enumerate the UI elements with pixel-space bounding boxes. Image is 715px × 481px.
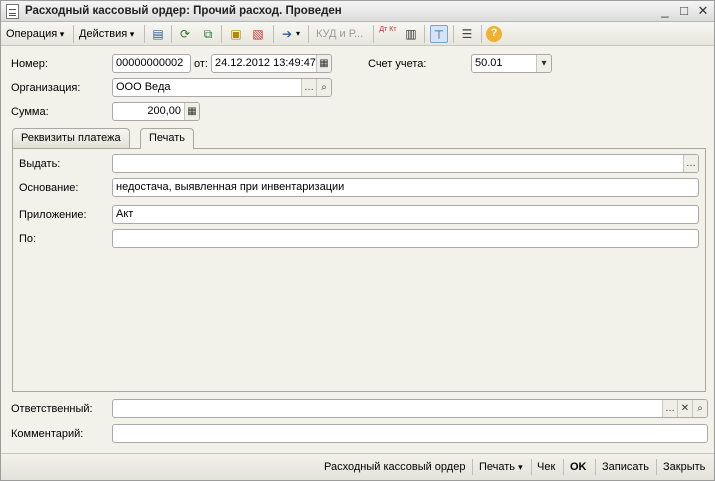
basis-label: Основание: — [19, 182, 79, 194]
print-label: Печать — [479, 461, 516, 473]
chevron-down-icon: ▾ — [518, 462, 523, 472]
dt-kt-icon[interactable]: Дт Кт — [379, 25, 397, 43]
post-document-icon[interactable]: ▣ — [227, 25, 245, 43]
print-form-button[interactable]: Расходный кассовый ордер — [324, 458, 465, 476]
organization-label: Организация: — [11, 82, 81, 94]
bottom-separator — [563, 459, 564, 475]
account-select[interactable]: 50.01 ▾ — [471, 54, 552, 73]
sum-field[interactable]: 200,00 ▦ — [112, 102, 200, 121]
help-icon[interactable]: ? — [486, 26, 502, 42]
organization-value: ООО Веда — [116, 81, 171, 93]
date-field[interactable]: 24.12.2012 13:49:47 ▦ — [211, 54, 332, 73]
responsible-field[interactable]: … ✕ ⌕ — [112, 399, 708, 418]
print-button[interactable]: Печать ▾ — [479, 458, 523, 476]
document-icon — [6, 4, 19, 19]
close-button[interactable]: Закрыть — [663, 458, 705, 476]
select-ellipsis-icon[interactable]: … — [662, 400, 677, 417]
title-bar: Расходный кассовый ордер: Прочий расход.… — [1, 1, 714, 22]
number-label: Номер: — [11, 58, 48, 70]
toolbar-separator — [481, 25, 482, 43]
maximize-button[interactable]: □ — [677, 4, 691, 18]
toolbar-separator — [221, 25, 222, 43]
toolbar-separator — [73, 25, 74, 43]
refresh-icon[interactable]: ⟳ — [176, 25, 194, 43]
issue-to-field[interactable]: … — [112, 154, 699, 173]
select-ellipsis-icon[interactable]: … — [301, 79, 316, 96]
structure-toggle-icon[interactable]: ⊤ — [430, 25, 448, 43]
based-on-dropdown-icon[interactable]: ▾ — [296, 25, 300, 43]
sum-value: 200,00 — [147, 105, 181, 117]
chevron-down-icon[interactable]: ▾ — [536, 55, 551, 72]
toolbar-separator — [373, 25, 374, 43]
minimize-button[interactable]: _ — [658, 4, 672, 18]
list-view-icon[interactable]: ☰ — [458, 25, 476, 43]
organization-field[interactable]: ООО Веда … ⌕ — [112, 78, 332, 97]
bottom-separator — [472, 459, 473, 475]
bottom-separator — [595, 459, 596, 475]
comment-label: Комментарий: — [11, 428, 84, 440]
operation-menu[interactable]: Операция — [6, 25, 64, 43]
copy-document-icon[interactable]: ⧉ — [199, 25, 217, 43]
receipt-button[interactable]: Чек — [537, 458, 555, 476]
select-ellipsis-icon[interactable]: … — [683, 155, 698, 172]
toolbar-separator — [308, 25, 309, 43]
by-field[interactable] — [112, 229, 699, 248]
tab-print[interactable]: Печать — [140, 128, 195, 149]
date-value: 24.12.2012 13:49:47 — [215, 57, 316, 69]
close-window-button[interactable]: ✕ — [696, 4, 710, 18]
sum-label: Сумма: — [11, 106, 49, 118]
toolbar-separator — [453, 25, 454, 43]
tab-payment-details[interactable]: Реквизиты платежа — [12, 128, 130, 148]
window-title: Расходный кассовый ордер: Прочий расход.… — [25, 5, 342, 17]
unpost-document-icon[interactable]: ▧ — [249, 25, 267, 43]
actions-menu[interactable]: Действия — [79, 25, 134, 43]
post-and-close-icon[interactable]: ▤ — [149, 25, 167, 43]
search-icon[interactable]: ⌕ — [316, 79, 331, 96]
calculator-icon[interactable]: ▦ — [184, 103, 199, 120]
bottom-separator — [531, 459, 532, 475]
toolbar-separator — [144, 25, 145, 43]
bottom-command-bar: Расходный кассовый ордер Печать ▾ Чек OK… — [1, 453, 714, 480]
search-icon[interactable]: ⌕ — [692, 400, 707, 417]
toolbar-separator — [171, 25, 172, 43]
document-window: Расходный кассовый ордер: Прочий расход.… — [0, 0, 715, 481]
toolbar: Операция Действия ▤ ⟳ ⧉ ▣ ▧ ➔ ▾ КУД и Р.… — [1, 22, 714, 46]
responsible-label: Ответственный: — [11, 403, 93, 415]
number-field[interactable]: 00000000002 — [112, 54, 191, 73]
report-icon[interactable]: ▥ — [402, 25, 420, 43]
by-label: По: — [19, 233, 37, 245]
issue-to-label: Выдать: — [19, 158, 61, 170]
comment-field[interactable] — [112, 424, 708, 443]
clear-icon[interactable]: ✕ — [677, 400, 692, 417]
attachment-label: Приложение: — [19, 209, 87, 221]
account-value: 50.01 — [475, 57, 503, 69]
kudir-button[interactable]: КУД и Р... — [316, 25, 363, 43]
attachment-field[interactable]: Акт — [112, 205, 699, 224]
based-on-icon[interactable]: ➔ — [278, 25, 296, 43]
toolbar-separator — [424, 25, 425, 43]
basis-field[interactable]: недостача, выявленная при инвентаризации — [112, 178, 699, 197]
calendar-icon[interactable]: ▦ — [316, 55, 331, 72]
toolbar-separator — [273, 25, 274, 43]
save-button[interactable]: Записать — [602, 458, 649, 476]
date-label: от: — [194, 58, 208, 70]
account-label: Счет учета: — [368, 58, 427, 70]
ok-button[interactable]: OK — [570, 458, 587, 476]
bottom-separator — [656, 459, 657, 475]
